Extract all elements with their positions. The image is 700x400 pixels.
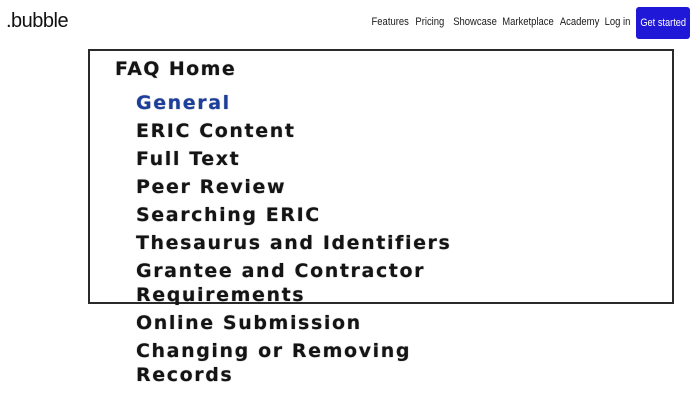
faq-link-label: Thesaurus and Identifiers: [136, 232, 452, 254]
faq-link-general[interactable]: General: [136, 91, 231, 115]
faq-link-searching-eric[interactable]: Searching ERIC: [136, 203, 321, 227]
get-started-button[interactable]: Get started: [636, 7, 690, 39]
faq-link-peer-review[interactable]: Peer Review: [136, 175, 286, 199]
faq-link-changing-removing-records[interactable]: Changing or Removing Records: [136, 339, 411, 387]
nav-showcase[interactable]: Showcase: [453, 16, 497, 28]
faq-link-label: Grantee and Contractor: [136, 260, 426, 282]
faq-link-label: Peer Review: [136, 176, 287, 198]
get-started-label: Get started: [640, 17, 686, 29]
nav-login[interactable]: Log in: [605, 16, 631, 28]
faq-link-eric-content[interactable]: ERIC Content: [136, 119, 296, 143]
faq-link-grantee-requirements[interactable]: Grantee and Contractor Requirements: [136, 259, 425, 307]
faq-link-full-text[interactable]: Full Text: [136, 147, 240, 171]
faq-link-label: ERIC Content: [136, 120, 296, 142]
faq-link-label: Online Submission: [136, 312, 362, 334]
faq-link-label: Searching ERIC: [136, 204, 321, 226]
nav-marketplace[interactable]: Marketplace: [502, 16, 554, 28]
faq-link-label: Changing or Removing: [136, 340, 412, 362]
faq-link-thesaurus[interactable]: Thesaurus and Identifiers: [136, 231, 451, 255]
faq-link-label-line-2: Requirements: [136, 284, 306, 306]
faq-link-label: Full Text: [136, 148, 241, 170]
faq-link-online-submission[interactable]: Online Submission: [136, 311, 362, 335]
faq-link-label-line-2: Records: [136, 364, 234, 386]
faq-link-label: General: [136, 92, 231, 114]
nav-academy[interactable]: Academy: [560, 16, 599, 28]
nav-features[interactable]: Features: [372, 16, 409, 28]
top-navigation-bar: .bubble Features Pricing Showcase Market…: [0, 0, 700, 46]
nav-pricing[interactable]: Pricing: [415, 16, 444, 28]
bubble-logo[interactable]: .bubble: [6, 10, 69, 33]
